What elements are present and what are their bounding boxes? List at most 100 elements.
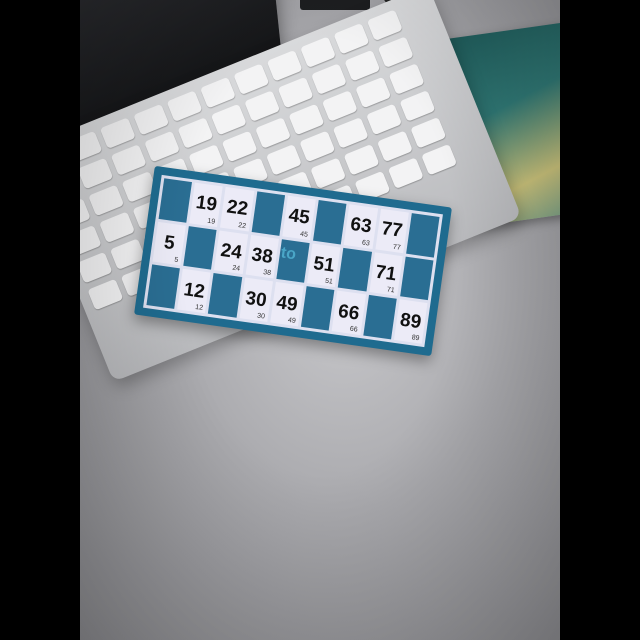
cell-number: 51 [312,252,336,277]
cell-small-number: 5 [173,256,179,265]
blank-cell [338,247,372,292]
key [421,143,458,176]
cell-number: 19 [194,192,219,217]
right-letterbox [560,0,640,640]
key [344,49,381,82]
cell-number: 77 [379,218,404,243]
key [88,184,125,217]
blank-cell [301,286,335,331]
key [80,130,103,163]
key [244,90,281,122]
key [277,76,314,109]
cell-number: 66 [336,300,361,325]
key [87,278,124,311]
key [110,144,147,176]
number-cell: 24 24 [214,230,248,275]
cell-small-number: 66 [349,325,359,334]
cell-small-number: 89 [411,334,420,343]
key [265,144,302,176]
key [310,157,347,190]
key [98,211,136,244]
key [255,117,292,149]
cell-number: 89 [398,309,423,333]
key [233,63,270,96]
cell-small-number: 45 [299,230,309,239]
key [80,157,114,190]
key [288,103,325,136]
blank-cell [399,256,434,301]
cell-number: 22 [225,196,250,221]
key [343,143,380,176]
number-cell: 19 19 [189,182,224,227]
cell-small-number: 51 [324,278,334,287]
cell-small-number: 77 [392,243,402,252]
number-cell: 30 30 [239,277,273,322]
number-cell: 45 45 [282,195,316,240]
lotto-grid: 19 19 22 22 45 45 63 63 77 77 5 5 24 24 38 38 51 51 71 71 12… [143,174,443,348]
blank-cell [158,178,193,223]
blank-cell [276,238,310,284]
key [377,36,414,68]
key [366,103,403,136]
key [177,117,214,149]
key [310,63,347,95]
key [366,9,403,42]
key [144,130,181,163]
blank-cell [183,225,218,271]
number-cell: 66 66 [331,290,366,336]
cell-small-number: 12 [194,303,204,312]
key [133,103,170,136]
desk-scene: 19 19 22 22 45 45 63 63 77 77 5 5 24 24 38 38 51 51 71 71 12… [80,0,560,640]
cell-number: 49 [275,291,299,316]
cell-number: 30 [244,287,268,312]
blank-cell [208,273,242,318]
key [221,130,258,163]
blank-cell [313,200,347,245]
key [80,251,113,284]
key [376,130,413,163]
cell-small-number: 22 [237,221,247,230]
cell-number: 63 [349,214,373,238]
monitor-stand [300,0,370,10]
key [299,130,336,163]
number-cell: 89 89 [393,299,428,344]
number-cell: 71 71 [368,251,403,297]
number-cell: 22 22 [220,186,255,232]
number-cell: 55 [152,221,187,266]
key [333,22,370,55]
key [399,90,436,122]
cell-small-number: 24 [231,264,241,273]
cell-small-number: 49 [287,316,297,325]
cell-small-number: 30 [256,312,266,321]
key [199,76,236,109]
blank-cell [251,191,285,236]
cell-number: 5 [162,231,177,255]
cell-number: 24 [219,239,244,264]
cell-small-number: 19 [206,217,216,226]
number-cell: 51 51 [307,243,341,288]
key [410,116,447,149]
number-cell: 38 38 [245,234,279,279]
cell-number: 45 [287,205,312,230]
key [387,157,424,189]
cell-small-number: 38 [262,269,272,278]
number-cell: 49 49 [270,282,304,327]
number-cell: 12 12 [177,269,211,314]
key [388,63,425,95]
key [80,198,91,230]
key [332,117,369,149]
blank-cell [146,264,181,309]
cell-small-number: 63 [361,239,371,248]
cell-number: 71 [373,261,398,286]
key [80,224,102,257]
blank-cell [405,213,440,258]
key [99,117,136,149]
key [266,49,303,82]
key [355,76,392,109]
key [321,90,358,122]
cell-number: 38 [250,244,275,269]
left-letterbox [0,0,80,640]
key [210,103,247,136]
number-cell: 77 77 [375,208,409,253]
key [300,36,337,69]
